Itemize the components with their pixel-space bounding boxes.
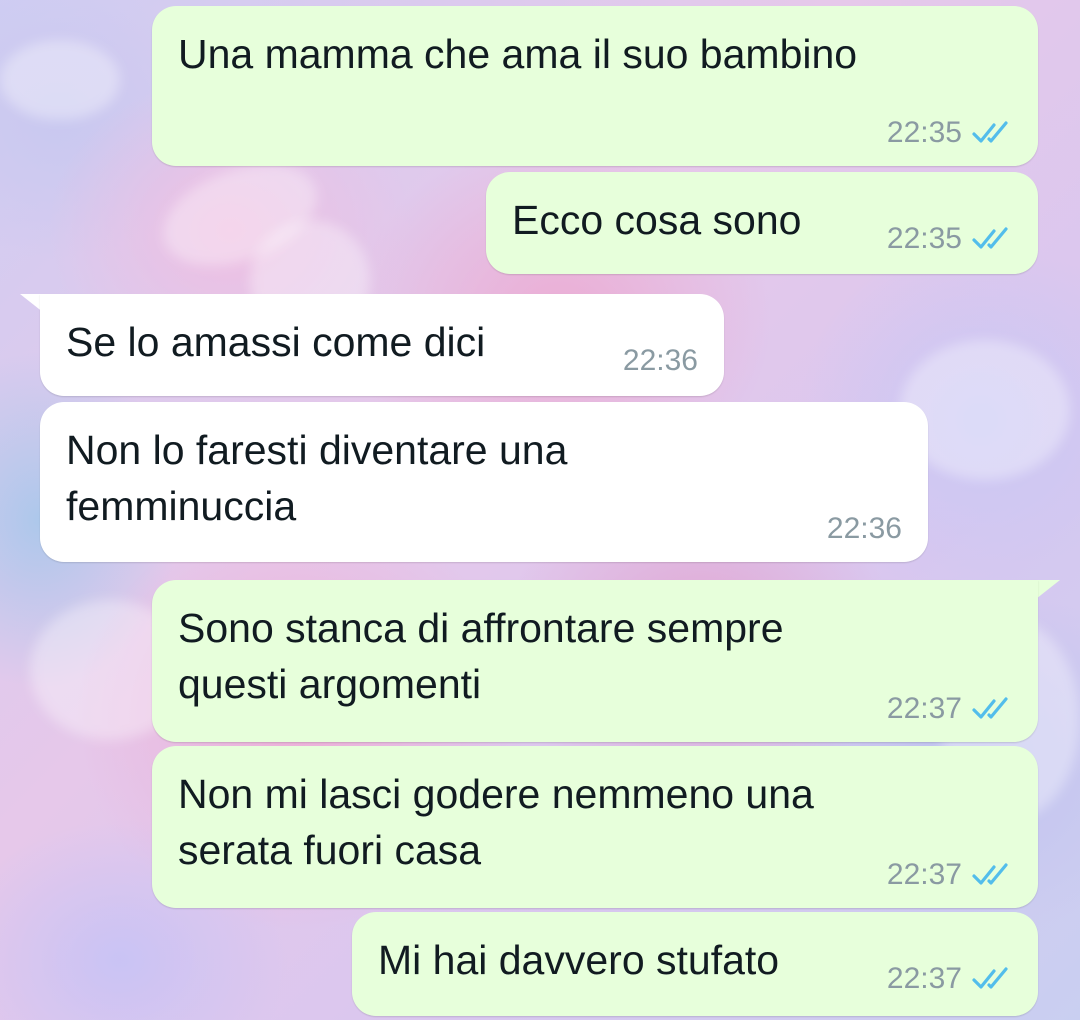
message-bubble-outgoing[interactable]: Mi hai davvero stufato 22:37 xyxy=(352,912,1038,1016)
message-meta: 22:36 xyxy=(623,346,698,376)
message-time: 22:35 xyxy=(886,116,962,149)
message-meta: 22:35 xyxy=(887,224,1016,254)
message-text: Se lo amassi come dici xyxy=(66,319,486,365)
wallpaper-flower-petal xyxy=(0,40,120,120)
message-text: Sono stanca di affrontare sempre questi … xyxy=(178,605,784,707)
message-text: Una mamma che ama il suo bambino xyxy=(178,31,858,77)
message-meta: 22:37 xyxy=(887,964,1016,994)
double-check-icon xyxy=(972,863,1008,885)
message-time: 22:36 xyxy=(826,512,902,545)
message-meta: 22:37 xyxy=(887,694,1016,724)
message-meta: 22:36 xyxy=(827,514,902,544)
double-check-icon xyxy=(972,697,1008,719)
message-bubble-outgoing[interactable]: Non mi lasci godere nemmeno una serata f… xyxy=(152,746,1038,908)
message-meta: 22:35 xyxy=(887,118,1016,148)
message-time: 22:37 xyxy=(886,858,962,891)
double-check-icon xyxy=(972,967,1008,989)
message-bubble-outgoing[interactable]: Sono stanca di affrontare sempre questi … xyxy=(152,580,1038,742)
message-bubble-outgoing[interactable]: Una mamma che ama il suo bambino 22:35 xyxy=(152,6,1038,166)
message-time: 22:36 xyxy=(622,344,698,377)
message-time: 22:37 xyxy=(886,962,962,995)
message-bubble-incoming[interactable]: Non lo faresti diventare una femminuccia… xyxy=(40,402,928,562)
message-bubble-incoming[interactable]: Se lo amassi come dici 22:36 xyxy=(40,294,724,396)
message-text: Non mi lasci godere nemmeno una serata f… xyxy=(178,771,814,873)
message-bubble-outgoing[interactable]: Ecco cosa sono 22:35 xyxy=(486,172,1038,274)
message-meta: 22:37 xyxy=(887,860,1016,890)
double-check-icon xyxy=(972,227,1008,249)
message-time: 22:35 xyxy=(886,222,962,255)
message-time: 22:37 xyxy=(886,692,962,725)
message-text: Non lo faresti diventare una femminuccia xyxy=(66,427,568,529)
double-check-icon xyxy=(972,121,1008,143)
